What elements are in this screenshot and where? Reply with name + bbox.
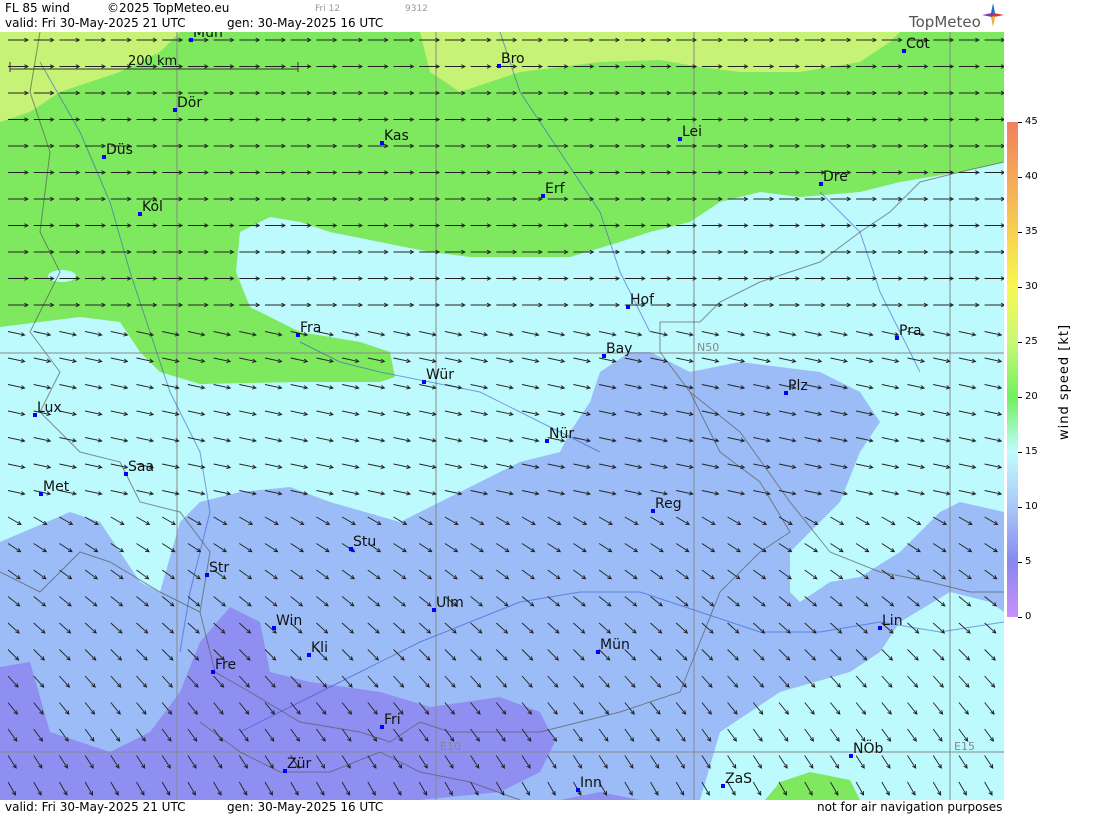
lon-label-e15: E15 <box>954 740 975 753</box>
run-code: 9312 <box>405 4 428 14</box>
map-footer: valid: Fri 30-May-2025 21 UTC gen: 30-Ma… <box>0 800 1004 814</box>
map-header: FL 85 wind ©2025 TopMeteo.eu Fri 12 9312… <box>0 0 1004 32</box>
city-label: Fra <box>300 320 321 336</box>
legend-swatch <box>1007 287 1018 342</box>
city-label: Met <box>43 479 70 495</box>
legend-swatch <box>1007 397 1018 452</box>
city-label: Fri <box>384 712 401 728</box>
legend-tick-label: 35 <box>1025 226 1038 237</box>
legend-swatch <box>1007 507 1018 562</box>
wind-zone-15-20-patch <box>48 270 76 282</box>
city-label: Lux <box>37 400 62 416</box>
legend-title: wind speed [kt] <box>1057 323 1072 440</box>
legend-tick-mark <box>1018 232 1022 233</box>
legend-tick-label: 45 <box>1025 116 1038 127</box>
city-label: Erf <box>545 181 566 197</box>
legend-tick-mark <box>1018 452 1022 453</box>
legend-tick-mark <box>1018 122 1022 123</box>
footer-generated: gen: 30-May-2025 16 UTC <box>227 800 384 814</box>
legend-tick-label: 40 <box>1025 171 1038 182</box>
city-label: Hof <box>630 292 655 308</box>
city-label: Lei <box>682 124 702 140</box>
legend-tick-label: 15 <box>1025 446 1038 457</box>
city-label: Mün <box>193 32 223 41</box>
legend-swatch <box>1007 232 1018 287</box>
legend-swatch <box>1007 177 1018 232</box>
lat-label: N50 <box>697 341 719 354</box>
city-label: Reg <box>655 496 682 512</box>
legend-tick-mark <box>1018 342 1022 343</box>
city-label: Dre <box>823 169 848 185</box>
city-label: Dör <box>177 95 202 111</box>
legend-tick-label: 0 <box>1025 611 1032 622</box>
legend-tick-mark <box>1018 617 1022 618</box>
city-label: Düs <box>106 142 133 158</box>
city-label: Pra <box>899 323 922 339</box>
brand-logo-icon <box>982 3 1004 27</box>
map-title: FL 85 wind <box>5 1 70 15</box>
legend-tick-mark <box>1018 397 1022 398</box>
city-label: Stu <box>353 534 376 550</box>
city-label: Lin <box>882 613 903 629</box>
city-label: Ulm <box>436 595 464 611</box>
city-label: Kli <box>311 640 328 656</box>
wind-map[interactable]: 200 km N50 E10 E15 Mün Bro Cot Dör Kas Lei Düs… <box>0 32 1004 800</box>
brand-logo-text: TopMeteo <box>909 13 981 31</box>
forecast-step: Fri 12 <box>315 4 341 14</box>
city-label: Win <box>276 613 302 629</box>
legend-swatch <box>1007 452 1018 507</box>
city-label: Plz <box>788 378 808 394</box>
legend-tick-label: 5 <box>1025 556 1032 567</box>
legend-tick-mark <box>1018 562 1022 563</box>
lon-label-e10: E10 <box>440 740 461 753</box>
legend-swatch <box>1007 342 1018 397</box>
city-label: Wür <box>426 367 454 383</box>
scale-bar-label: 200 km <box>128 54 177 69</box>
city-label: Cot <box>906 36 930 52</box>
city-label: Bro <box>501 51 525 67</box>
city-label: ZaS <box>725 771 752 787</box>
city-label: Kas <box>384 128 409 144</box>
legend-tick-label: 10 <box>1025 501 1038 512</box>
legend-swatch <box>1007 122 1018 177</box>
footer-valid: valid: Fri 30-May-2025 21 UTC <box>5 800 186 814</box>
city-label: Saa <box>128 459 154 475</box>
city-label: Fre <box>215 657 236 673</box>
legend-tick-label: 25 <box>1025 336 1038 347</box>
city-label: Zür <box>287 756 311 772</box>
footer-disclaimer: not for air navigation purposes <box>817 800 1003 814</box>
city-label: Mün <box>600 637 630 653</box>
generated-time: gen: 30-May-2025 16 UTC <box>227 16 384 30</box>
valid-time: valid: Fri 30-May-2025 21 UTC <box>5 16 186 30</box>
legend-swatch <box>1007 562 1018 617</box>
copyright: ©2025 TopMeteo.eu <box>107 1 230 15</box>
city-label: Inn <box>580 775 602 791</box>
city-label: Bay <box>606 341 632 357</box>
city-label: Str <box>209 560 229 576</box>
legend-tick-mark <box>1018 287 1022 288</box>
city-label: Köl <box>142 199 163 215</box>
city-label: Nür <box>549 426 574 442</box>
legend-tick-mark <box>1018 177 1022 178</box>
legend-tick-label: 20 <box>1025 391 1038 402</box>
legend-tick-mark <box>1018 507 1022 508</box>
legend-tick-label: 30 <box>1025 281 1038 292</box>
city-label: NÖb <box>853 739 883 757</box>
